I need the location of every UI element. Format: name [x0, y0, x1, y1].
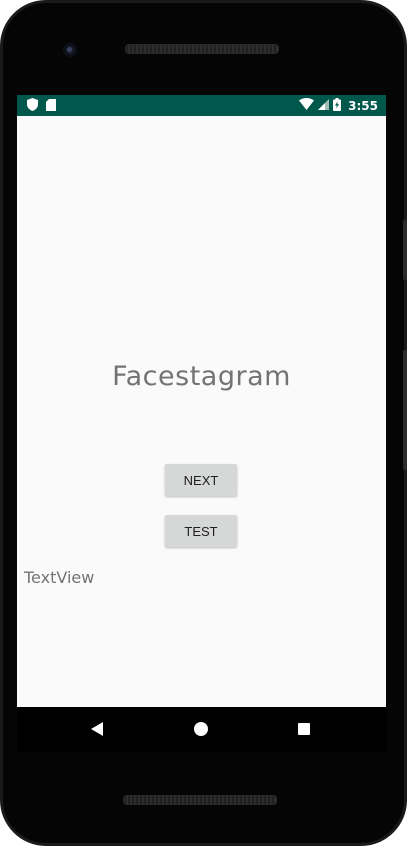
app-screen: 3:55 Facestagram NEXT TEST TextView [17, 95, 386, 707]
text-view: TextView [24, 568, 95, 587]
cell-signal-icon [318, 98, 330, 113]
power-button [403, 350, 407, 470]
next-button[interactable]: NEXT [165, 464, 237, 496]
phone-frame: 3:55 Facestagram NEXT TEST TextView [0, 0, 407, 846]
sd-card-icon [46, 98, 56, 114]
back-icon[interactable] [91, 722, 103, 741]
bottom-speaker [123, 795, 277, 805]
test-button[interactable]: TEST [165, 515, 237, 547]
status-time: 3:55 [348, 98, 378, 113]
battery-charging-icon [333, 97, 342, 114]
wifi-icon [299, 98, 315, 113]
recents-icon[interactable] [298, 723, 310, 735]
status-bar: 3:55 [17, 95, 386, 116]
status-left-icons [27, 98, 56, 114]
home-icon[interactable] [194, 722, 208, 736]
status-right-icons: 3:55 [299, 95, 378, 116]
volume-button [403, 220, 407, 280]
shield-icon [27, 98, 38, 114]
app-title: Facestagram [112, 361, 291, 392]
navigation-bar [17, 707, 386, 752]
front-camera [63, 43, 77, 57]
earpiece-speaker [125, 44, 279, 54]
